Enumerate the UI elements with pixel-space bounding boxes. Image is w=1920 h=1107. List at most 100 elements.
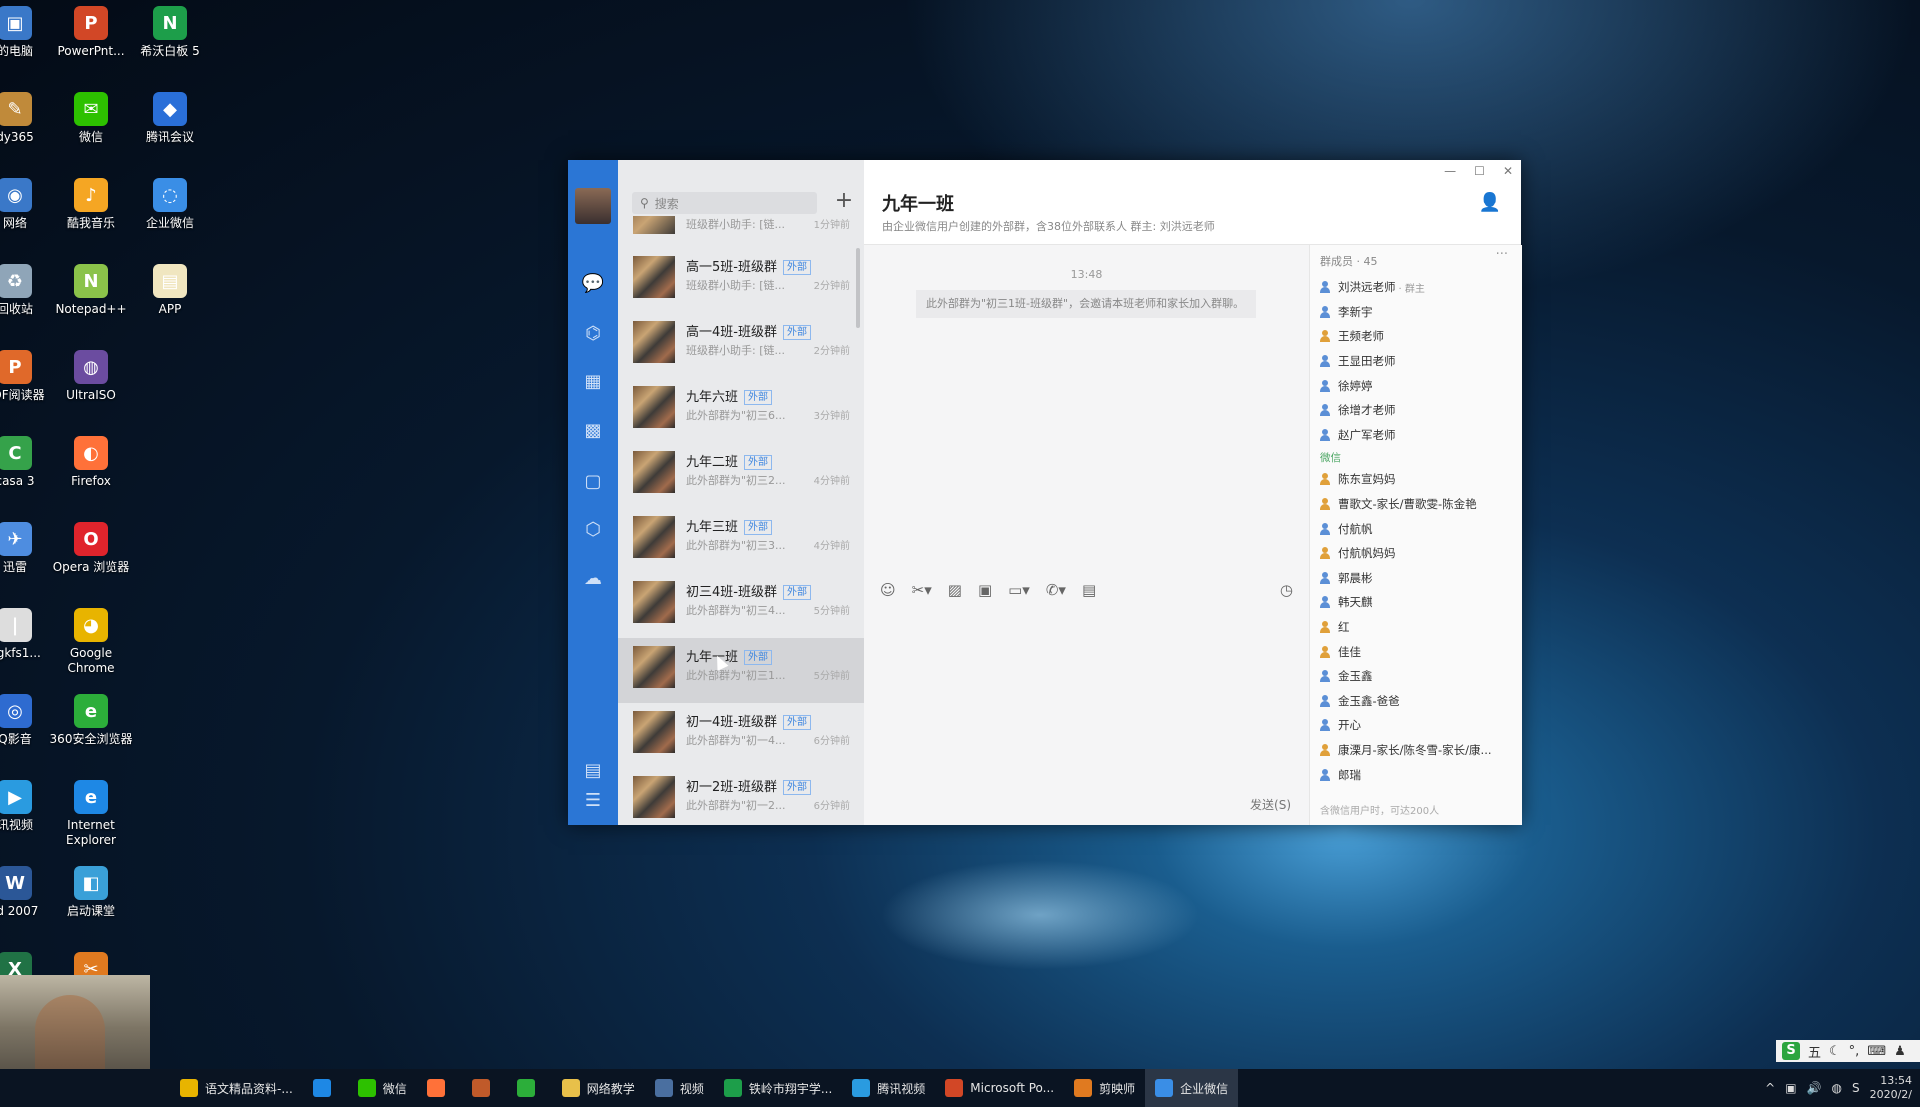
- tray-wechat-icon[interactable]: ◍: [1831, 1081, 1841, 1095]
- taskbar-item[interactable]: 腾讯视频: [842, 1069, 935, 1107]
- member-item[interactable]: 郎瑞: [1320, 762, 1515, 787]
- chat-list-scrollbar[interactable]: [856, 248, 860, 328]
- desktop-icon[interactable]: ◍ UltraISO: [46, 344, 136, 424]
- menu-icon[interactable]: ☰: [568, 785, 618, 815]
- chat-item[interactable]: 初三4班-班级群 外部 此外部群为"初三4... 5分钟前: [618, 573, 864, 638]
- desktop-icon[interactable]: ♪ 酷我音乐: [46, 172, 136, 252]
- history-icon[interactable]: ◷: [1280, 581, 1293, 599]
- maximize-icon[interactable]: ☐: [1474, 164, 1485, 178]
- tray-network-icon[interactable]: ▣: [1785, 1081, 1796, 1095]
- member-item[interactable]: 付航帆妈妈: [1320, 541, 1515, 566]
- member-item[interactable]: 佳佳: [1320, 639, 1515, 664]
- member-item[interactable]: 金玉鑫-爸爸: [1320, 689, 1515, 714]
- desktop-icon[interactable]: O Opera 浏览器: [46, 516, 136, 596]
- taskbar-item-icon: [471, 1079, 490, 1097]
- ime-moon-icon[interactable]: ☾: [1829, 1044, 1841, 1059]
- chat-item[interactable]: 九年一班 外部 此外部群为"初三1... 5分钟前: [618, 638, 864, 703]
- desktop-icon[interactable]: P PowerPnt...: [46, 0, 136, 80]
- favorites-icon[interactable]: ▤: [568, 755, 618, 785]
- chat-item[interactable]: 高一4班-班级群 外部 班级群小助手: [链... 2分钟前: [618, 313, 864, 378]
- ime-toolbar[interactable]: S 五 ☾ °, ⌨ ♟: [1776, 1040, 1920, 1062]
- member-item[interactable]: 王显田老师: [1320, 349, 1515, 374]
- taskbar-item[interactable]: 微信: [348, 1069, 417, 1107]
- tray-expand-icon[interactable]: ^: [1765, 1081, 1775, 1095]
- contacts-icon[interactable]: ⌬: [568, 318, 618, 348]
- member-item[interactable]: 曹歌文-家长/曹歌雯-陈金艳: [1320, 492, 1515, 517]
- member-item[interactable]: 康溧月-家长/陈冬雪-家长/康...: [1320, 738, 1515, 763]
- taskbar-item[interactable]: [303, 1069, 348, 1107]
- folder-icon[interactable]: ▭▾: [1008, 581, 1030, 599]
- member-item[interactable]: 红: [1320, 615, 1515, 640]
- clock[interactable]: 13:54 2020/2/: [1870, 1074, 1912, 1102]
- taskbar-item[interactable]: [462, 1069, 507, 1107]
- member-item[interactable]: 刘洪远老师 · 群主: [1320, 275, 1515, 300]
- desktop-icon[interactable]: ◧ 启动课堂: [46, 860, 136, 940]
- more-icon[interactable]: ···: [1496, 247, 1508, 262]
- member-item[interactable]: 徐婷婷: [1320, 373, 1515, 398]
- screenshot-icon[interactable]: ✂▾: [912, 581, 932, 599]
- calendar-icon[interactable]: ▦: [568, 366, 618, 396]
- member-item[interactable]: 徐增才老师: [1320, 398, 1515, 423]
- ime-keyboard-icon[interactable]: ⌨: [1867, 1044, 1886, 1059]
- desktop-icon[interactable]: ◌ 企业微信: [125, 172, 215, 252]
- emoji-icon[interactable]: ☺: [880, 581, 896, 599]
- taskbar-item[interactable]: 铁岭市翔宇学...: [714, 1069, 842, 1107]
- taskbar-item[interactable]: Microsoft Po...: [935, 1069, 1064, 1107]
- ime-person-icon[interactable]: ♟: [1894, 1044, 1906, 1059]
- card-icon[interactable]: ▤: [1082, 581, 1096, 599]
- taskbar-item[interactable]: 语文精品资料-...: [170, 1069, 303, 1107]
- chat-item[interactable]: 高一5班-班级群 外部 班级群小助手: [链... 2分钟前: [618, 248, 864, 313]
- add-button[interactable]: +: [833, 190, 855, 212]
- taskbar-item[interactable]: 视频: [645, 1069, 714, 1107]
- desktop-icon[interactable]: ◐ Firefox: [46, 430, 136, 510]
- member-item[interactable]: 开心: [1320, 713, 1515, 738]
- send-button[interactable]: 发送(S): [1250, 796, 1291, 813]
- member-item[interactable]: 韩天麒: [1320, 590, 1515, 615]
- tray-ime-icon[interactable]: S: [1852, 1081, 1860, 1095]
- chat-item[interactable]: 九年二班 外部 此外部群为"初三2... 4分钟前: [618, 443, 864, 508]
- phone-icon[interactable]: ✆▾: [1046, 581, 1066, 599]
- chat-item[interactable]: 初一4班-班级群 外部 此外部群为"初一4... 6分钟前: [618, 703, 864, 768]
- desktop-icon[interactable]: ◆ 腾讯会议: [125, 86, 215, 166]
- search-input[interactable]: ⚲ 搜索: [632, 192, 817, 214]
- desktop-icon[interactable]: e 360安全浏览器: [46, 688, 136, 768]
- drive-icon[interactable]: ☁: [568, 563, 618, 593]
- close-icon[interactable]: ✕: [1503, 164, 1513, 178]
- desktop-icon[interactable]: N Notepad++: [46, 258, 136, 338]
- desktop-icon[interactable]: e Internet Explorer: [46, 774, 136, 854]
- taskbar-item[interactable]: [417, 1069, 462, 1107]
- member-item[interactable]: 付航帆: [1320, 516, 1515, 541]
- partial-chat-item[interactable]: 班级群小助手: [链... 1分钟前: [618, 216, 864, 234]
- message-icon[interactable]: 💬: [568, 268, 618, 298]
- mail-icon[interactable]: ⬡: [568, 514, 618, 544]
- member-item[interactable]: 李新宇: [1320, 300, 1515, 325]
- add-member-icon[interactable]: 👤: [1479, 192, 1501, 213]
- member-item[interactable]: 赵广军老师: [1320, 423, 1515, 448]
- member-item[interactable]: 郭晨彬: [1320, 566, 1515, 591]
- member-item[interactable]: 陈东宣妈妈: [1320, 467, 1515, 492]
- taskbar-item[interactable]: 剪映师: [1064, 1069, 1145, 1107]
- doc-icon[interactable]: ▣: [978, 581, 992, 599]
- chat-item[interactable]: 九年六班 外部 此外部群为"初三6... 3分钟前: [618, 378, 864, 443]
- taskbar-item[interactable]: 网络教学: [552, 1069, 645, 1107]
- desktop-icon[interactable]: ▤ APP: [125, 258, 215, 338]
- taskbar-item[interactable]: [507, 1069, 552, 1107]
- document-icon[interactable]: ▢: [568, 466, 618, 496]
- tray-volume-icon[interactable]: 🔊: [1807, 1081, 1822, 1095]
- desktop-icon[interactable]: ◕ Google Chrome: [46, 602, 136, 682]
- taskbar-item[interactable]: 企业微信: [1145, 1069, 1239, 1107]
- desktop-icon-label: 360安全浏览器: [49, 732, 133, 746]
- ime-mode[interactable]: 五: [1808, 1042, 1821, 1061]
- minimize-icon[interactable]: —: [1444, 164, 1456, 178]
- member-item[interactable]: 王频老师: [1320, 324, 1515, 349]
- chat-item[interactable]: 九年三班 外部 此外部群为"初三3... 4分钟前: [618, 508, 864, 573]
- member-item[interactable]: 金玉鑫: [1320, 664, 1515, 689]
- workbench-icon[interactable]: ▩: [568, 415, 618, 445]
- chat-item[interactable]: 初一2班-班级群 外部 此外部群为"初一2... 6分钟前: [618, 768, 864, 825]
- ime-punct-icon[interactable]: °,: [1849, 1044, 1860, 1059]
- desktop-icon[interactable]: ✉ 微信: [46, 86, 136, 166]
- message-input[interactable]: 发送(S): [864, 605, 1309, 825]
- image-icon[interactable]: ▨: [948, 581, 962, 599]
- user-avatar[interactable]: [575, 188, 611, 224]
- desktop-icon[interactable]: N 希沃白板 5: [125, 0, 215, 80]
